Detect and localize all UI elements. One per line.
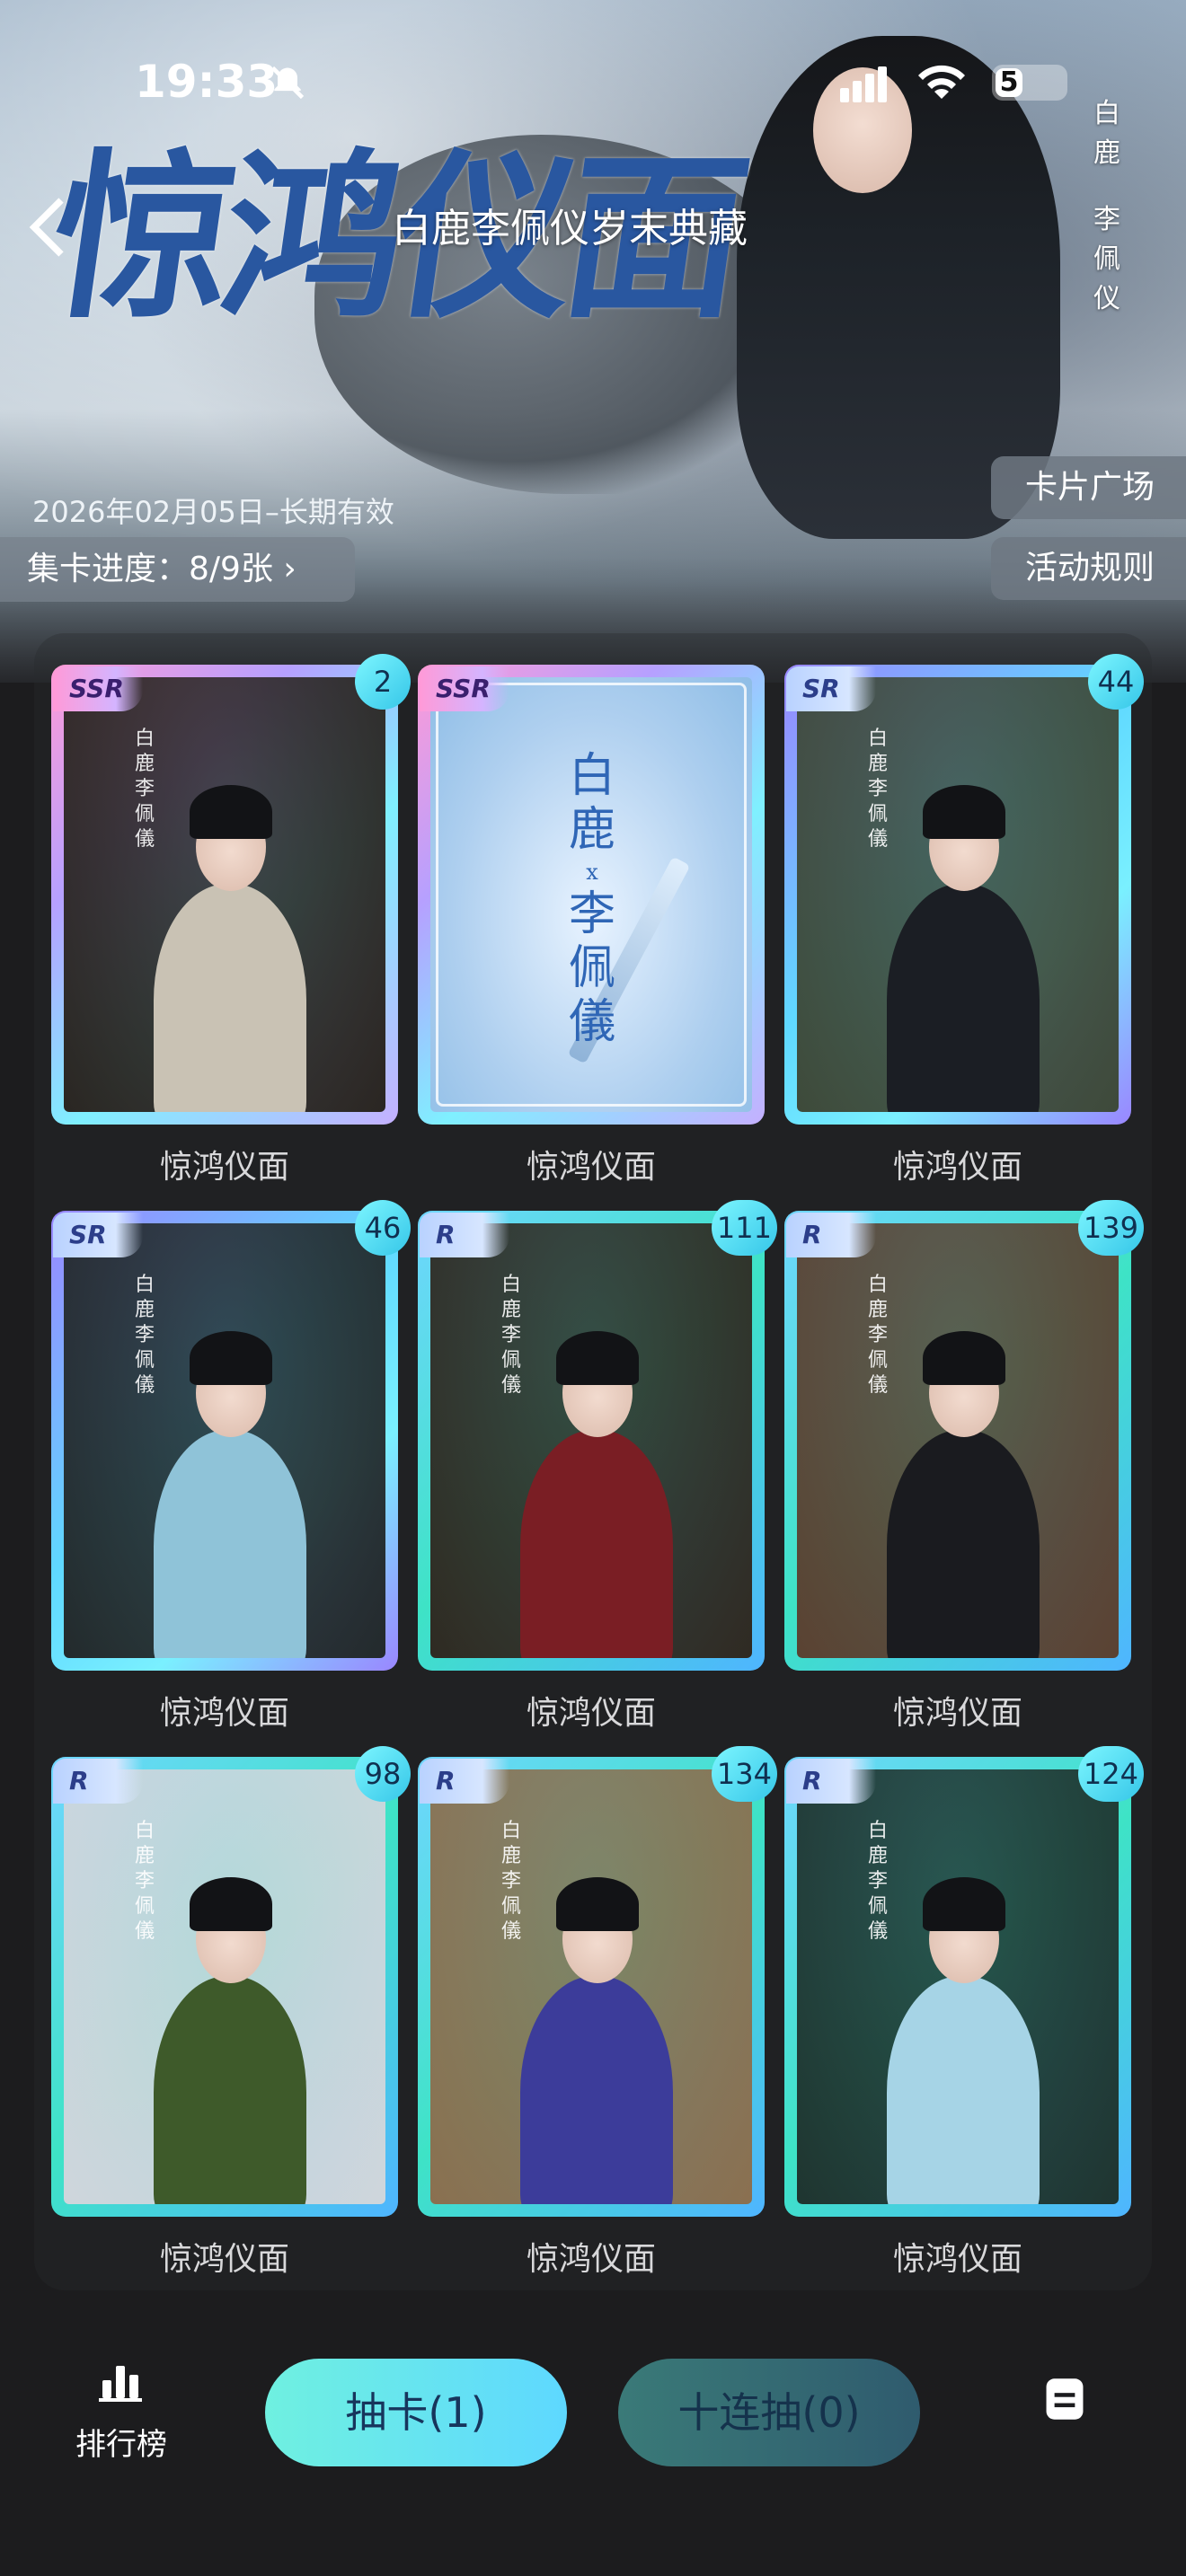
card-photo: 白鹿 李佩儀 xyxy=(64,1223,385,1658)
battery-level: 5 xyxy=(999,66,1019,98)
cellular-signal-icon xyxy=(840,66,887,102)
seal-char: 鹿 xyxy=(1093,137,1120,169)
card-photo: 白鹿 李佩儀 xyxy=(430,1223,752,1658)
card-photo: 白鹿 李佩儀 xyxy=(64,677,385,1112)
card-count-badge: 98 xyxy=(355,1746,411,1802)
page-title: 白鹿李佩仪岁末典藏 xyxy=(392,206,748,251)
status-time: 19:33 xyxy=(135,56,279,108)
ranking-label: 排行榜 xyxy=(75,2427,167,2463)
card-watermark: 白鹿 李佩儀 xyxy=(867,728,888,851)
collection-card[interactable]: 白鹿 李佩儀 SR 46 xyxy=(51,1200,411,1671)
portrait-figure xyxy=(154,884,306,1112)
collection-card[interactable]: 白鹿 李佩儀 R 134 xyxy=(418,1746,777,2217)
activity-rules-button[interactable]: 活动规则 xyxy=(991,537,1186,600)
collection-card[interactable]: 白鹿 李佩儀 R 111 xyxy=(418,1200,777,1671)
rarity-tag: R xyxy=(53,1759,143,1804)
card-plaza-button[interactable]: 卡片广场 xyxy=(991,456,1186,519)
battery-icon: 5 xyxy=(992,65,1067,101)
seal-char: 李 xyxy=(1093,204,1120,235)
card-count-badge: 139 xyxy=(1077,1200,1144,1256)
collection-card[interactable]: 白鹿 李佩儀 R 98 xyxy=(51,1746,411,2217)
collection-card[interactable]: 白鹿 李佩儀 SSR 2 xyxy=(51,654,411,1125)
portrait-hair xyxy=(923,1331,1005,1385)
rarity-tag: SSR xyxy=(420,666,509,711)
rarity-tag: SR xyxy=(786,666,876,711)
card-name: 惊鸿仪面 xyxy=(526,1695,656,1732)
card-name: 惊鸿仪面 xyxy=(892,1149,1022,1186)
card-name: 惊鸿仪面 xyxy=(159,1695,289,1732)
card-photo: 白鹿 李佩儀 xyxy=(797,1769,1119,2204)
card-count-badge: 2 xyxy=(355,654,411,710)
portrait-hair xyxy=(923,785,1005,839)
bar-chart-icon xyxy=(99,2366,142,2402)
draw-card-button[interactable]: 抽卡(1) xyxy=(265,2359,567,2466)
rarity-tag: R xyxy=(420,1759,509,1804)
bell-muted-icon xyxy=(270,66,305,100)
wifi-icon xyxy=(918,65,965,99)
portrait-hair xyxy=(190,1331,272,1385)
collection-progress-button[interactable]: 集卡进度：8/9张 › xyxy=(0,537,355,602)
portrait-hair xyxy=(556,1877,639,1931)
ranking-button[interactable]: 排行榜 xyxy=(72,2362,171,2470)
card-name: 惊鸿仪面 xyxy=(526,2241,656,2278)
card-photo: 白鹿 李佩儀 xyxy=(797,1223,1119,1658)
card-watermark: 白鹿 李佩儀 xyxy=(134,1820,155,1943)
card-photo: 白鹿 李佩儀 xyxy=(64,1769,385,2204)
portrait-figure xyxy=(520,1430,673,1658)
card-count-badge: 46 xyxy=(355,1200,411,1256)
portrait-figure xyxy=(887,884,1040,1112)
collection-card[interactable]: 白鹿 李佩儀 R 124 xyxy=(784,1746,1144,2217)
card-count-badge: 124 xyxy=(1077,1746,1144,1802)
card-count-badge: 111 xyxy=(711,1200,777,1256)
rarity-tag: SR xyxy=(53,1213,143,1257)
portrait-hair xyxy=(190,785,272,839)
portrait-hair xyxy=(190,1877,272,1931)
portrait-hair xyxy=(923,1877,1005,1931)
card-watermark: 白鹿 李佩儀 xyxy=(500,1274,521,1397)
card-watermark: 白鹿 李佩儀 xyxy=(500,1820,521,1943)
card-photo: 白鹿 李佩儀 xyxy=(797,677,1119,1112)
collection-card[interactable]: 白鹿 李佩儀 R 139 xyxy=(784,1200,1144,1671)
seal-char: 佩 xyxy=(1093,243,1120,275)
portrait-hair xyxy=(556,1331,639,1385)
seal-char: 仪 xyxy=(1093,283,1120,314)
card-count-badge: 134 xyxy=(711,1746,777,1802)
rarity-tag: R xyxy=(786,1759,876,1804)
card-count-badge: 44 xyxy=(1088,654,1144,710)
seal-char: 白 xyxy=(1093,98,1120,129)
card-name: 惊鸿仪面 xyxy=(892,2241,1022,2278)
validity-date: 2026年02月05日–长期有效 xyxy=(32,495,394,529)
card-watermark: 白鹿 李佩儀 xyxy=(134,728,155,851)
card-name: 惊鸿仪面 xyxy=(892,1695,1022,1732)
portrait-figure xyxy=(154,1430,306,1658)
card-name: 惊鸿仪面 xyxy=(159,2241,289,2278)
card-name: 惊鸿仪面 xyxy=(159,1149,289,1186)
card-watermark: 白鹿 李佩儀 xyxy=(134,1274,155,1397)
rarity-tag: R xyxy=(786,1213,876,1257)
portrait-figure xyxy=(154,1976,306,2204)
collection-card[interactable]: 白鹿 李佩儀 SR 44 xyxy=(784,654,1144,1125)
card-name: 惊鸿仪面 xyxy=(526,1149,656,1186)
portrait-figure xyxy=(887,1976,1040,2204)
portrait-figure xyxy=(887,1430,1040,1658)
rarity-tag: SSR xyxy=(53,666,143,711)
status-bar: 19:33 5 xyxy=(0,54,1186,117)
portrait-figure xyxy=(520,1976,673,2204)
vertical-name-seal: 白 鹿 李 佩 仪 xyxy=(1089,94,1125,319)
card-cover-art: 白 鹿 x 李 佩 儀 xyxy=(430,677,752,1112)
card-photo: 白鹿 李佩儀 xyxy=(430,1769,752,2204)
record-list-icon[interactable] xyxy=(1044,2377,1085,2422)
card-watermark: 白鹿 李佩儀 xyxy=(867,1820,888,1943)
card-watermark: 白鹿 李佩儀 xyxy=(867,1274,888,1397)
collection-card[interactable]: 白 鹿 x 李 佩 儀 SSR xyxy=(418,665,765,1125)
ten-draw-button[interactable]: 十连抽(0) xyxy=(618,2359,920,2466)
rarity-tag: R xyxy=(420,1213,509,1257)
